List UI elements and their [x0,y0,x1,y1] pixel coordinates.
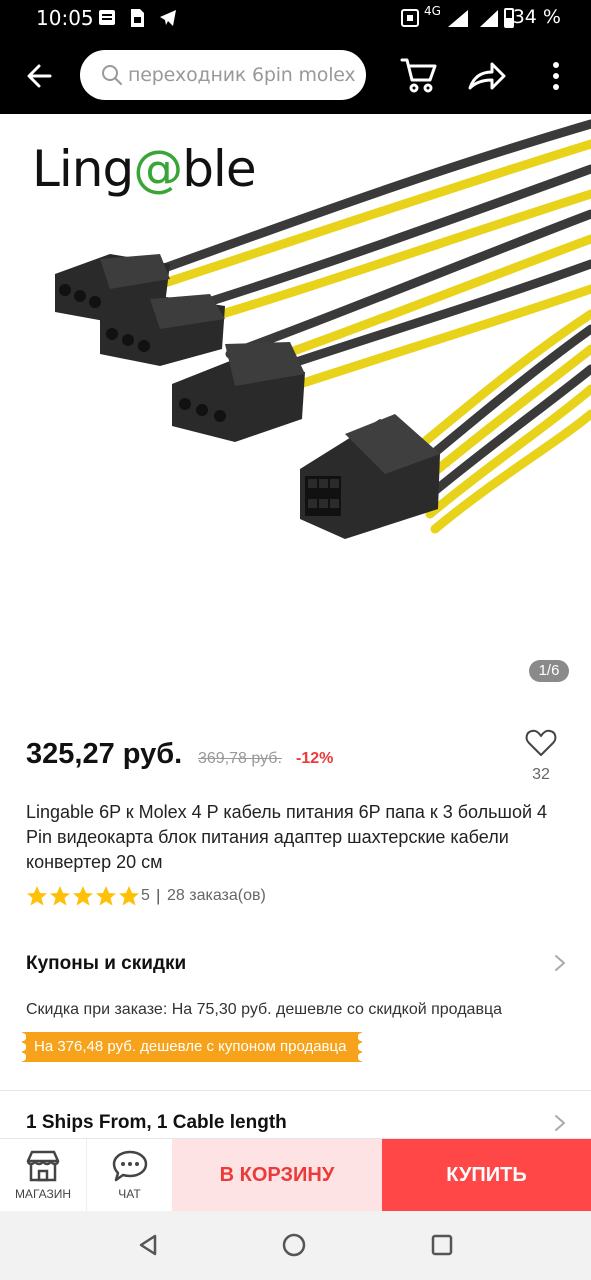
notification-sim-icon [131,9,144,27]
variant-selector-title[interactable]: 1 Ships From, 1 Cable length [26,1112,287,1134]
chat-icon [112,1150,148,1182]
chevron-right-icon[interactable] [553,953,567,973]
telegram-icon [160,10,176,26]
cart-button[interactable] [398,54,440,96]
wishlist-button[interactable] [524,726,558,760]
back-button[interactable] [20,56,60,96]
current-price: 325,27 руб. [26,738,183,770]
star-icon [96,886,116,906]
seller-discount-text: Скидка при заказе: На 75,30 руб. дешевле… [26,1001,502,1018]
notification-message-icon [99,10,115,25]
wishlist-count: 32 [532,766,550,783]
star-icon [73,886,93,906]
back-arrow-icon [27,64,52,88]
add-to-cart-button[interactable]: В КОРЗИНУ [172,1139,382,1212]
bottom-action-bar: МАГАЗИН ЧАТ В КОРЗИНУ КУПИТЬ [0,1138,591,1212]
share-icon [468,62,506,90]
store-label: МАГАЗИН [14,1187,72,1201]
coupon-tag[interactable]: На 376,48 руб. дешевле с купоном продавц… [21,1032,363,1062]
chevron-right-icon[interactable] [553,1113,567,1133]
store-icon [26,1150,60,1182]
coupons-section-title[interactable]: Купоны и скидки [26,953,186,975]
discount-percent: -12% [296,750,334,767]
search-input[interactable]: переходник 6pin molex [80,50,366,100]
chat-button[interactable]: ЧАТ [86,1139,172,1212]
header: переходник 6pin molex [0,36,591,114]
chat-label: ЧАТ [118,1187,141,1201]
nav-recent-apps-icon[interactable] [430,1233,454,1257]
nav-home-icon[interactable] [282,1233,306,1257]
search-icon [102,65,122,85]
nfc-icon [401,9,419,27]
product-photo [55,119,591,539]
product-image-gallery[interactable]: Ling@ble 1/6 [0,114,591,714]
more-options-button[interactable] [546,58,566,94]
nav-back-icon[interactable] [136,1233,160,1257]
status-bar: 10:05 4G 34 % [0,0,591,36]
network-type-label: 4G [424,4,441,18]
heart-icon [525,729,557,756]
old-price: 369,78 руб. [198,750,282,767]
divider [0,1090,591,1091]
product-title: Lingable 6P к Molex 4 P кабель питания 6… [26,802,548,872]
store-button[interactable]: МАГАЗИН [0,1139,86,1212]
star-icon [119,886,139,906]
star-icon [50,886,70,906]
share-button[interactable] [466,56,508,96]
rating-value: 5 [141,887,150,904]
cart-icon [400,58,437,93]
buy-now-button[interactable]: КУПИТЬ [382,1139,591,1212]
search-placeholder: переходник 6pin molex [128,64,356,86]
rating-separator: | [156,886,161,905]
star-icon [27,886,47,906]
battery-percent: 34 % [512,6,561,28]
image-counter: 1/6 [529,660,569,682]
orders-count: 28 заказа(ов) [167,887,266,904]
system-nav-bar [0,1211,591,1280]
signal-1-icon [448,10,468,27]
signal-2-icon [480,10,498,27]
more-vertical-icon [553,62,559,90]
status-time: 10:05 [36,6,94,30]
